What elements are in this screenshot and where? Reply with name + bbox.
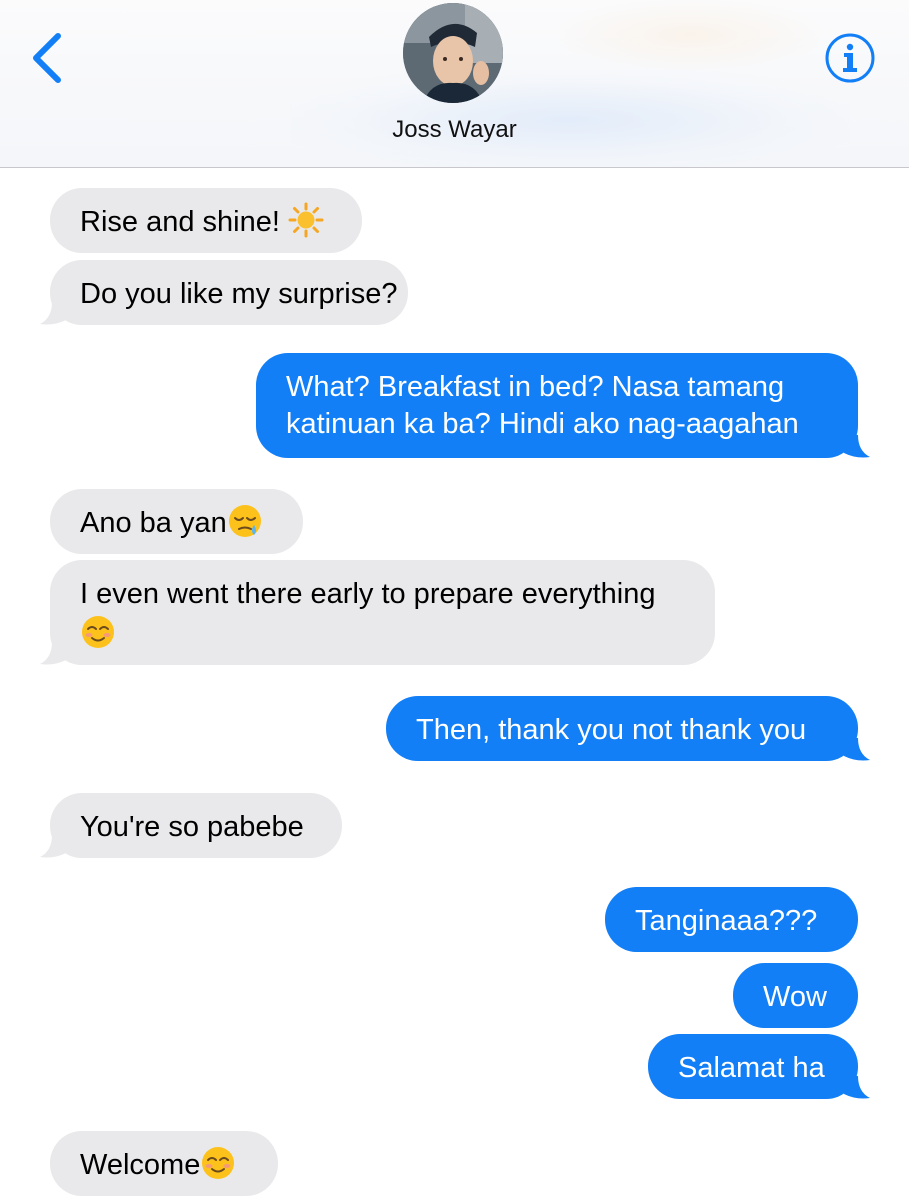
outgoing-message[interactable]: Tanginaaa??? [605, 887, 858, 952]
outgoing-message[interactable]: Wow [733, 963, 858, 1028]
bubble-tail [844, 435, 870, 458]
message-text: Salamat ha [678, 1052, 825, 1084]
incoming-message[interactable]: You're so pabebe [50, 793, 342, 858]
outgoing-message[interactable]: Then, thank you not thank you [386, 696, 858, 761]
header-background-blur [560, 0, 820, 70]
bubble-tail [40, 642, 66, 665]
bubble-tail [40, 302, 66, 325]
contact-name[interactable]: Joss Wayar [0, 116, 909, 144]
sun-emoji [288, 202, 324, 238]
smiling-face-emoji [82, 616, 114, 649]
chevron-left-icon[interactable] [28, 30, 68, 86]
conversation-header: Joss Wayar [0, 0, 909, 168]
outgoing-message[interactable]: Salamat ha [648, 1034, 858, 1099]
message-text: Tanginaaa??? [635, 905, 818, 937]
message-text-line: I even went there early to prepare every… [80, 578, 656, 610]
bubble-tail [40, 835, 66, 858]
message-text: You're so pabebe [80, 811, 304, 843]
message-text: Do you like my surprise? [80, 278, 398, 310]
incoming-message[interactable]: Welcome [50, 1131, 278, 1196]
message-text-line: What? Breakfast in bed? Nasa tamang [286, 371, 785, 403]
message-text: Welcome [80, 1149, 201, 1181]
incoming-message[interactable]: Do you like my surprise? [50, 260, 408, 325]
bubble-tail [844, 1076, 870, 1099]
message-text: Ano ba yan [80, 507, 227, 539]
info-icon[interactable] [824, 32, 876, 84]
avatar[interactable] [403, 3, 503, 103]
bubble-tail [844, 738, 870, 761]
smiling-face-emoji [202, 1147, 235, 1180]
message-text-line: katinuan ka ba? Hindi ako nag-aagahan [286, 408, 799, 440]
message-text: Wow [763, 981, 827, 1013]
incoming-message[interactable]: I even went there early to prepare every… [50, 560, 715, 665]
avatar-image [403, 3, 503, 103]
message-text-line [80, 613, 685, 650]
message-thread[interactable]: Rise and shine! Do you like my surprise?… [0, 168, 909, 1200]
sleepy-face-emoji [228, 505, 261, 538]
message-text: Then, thank you not thank you [416, 714, 807, 746]
incoming-message[interactable]: Rise and shine! [50, 188, 362, 253]
incoming-message[interactable]: Ano ba yan [50, 489, 303, 554]
message-text: Rise and shine! [80, 206, 288, 238]
outgoing-message[interactable]: What? Breakfast in bed? Nasa tamang kati… [256, 353, 858, 458]
